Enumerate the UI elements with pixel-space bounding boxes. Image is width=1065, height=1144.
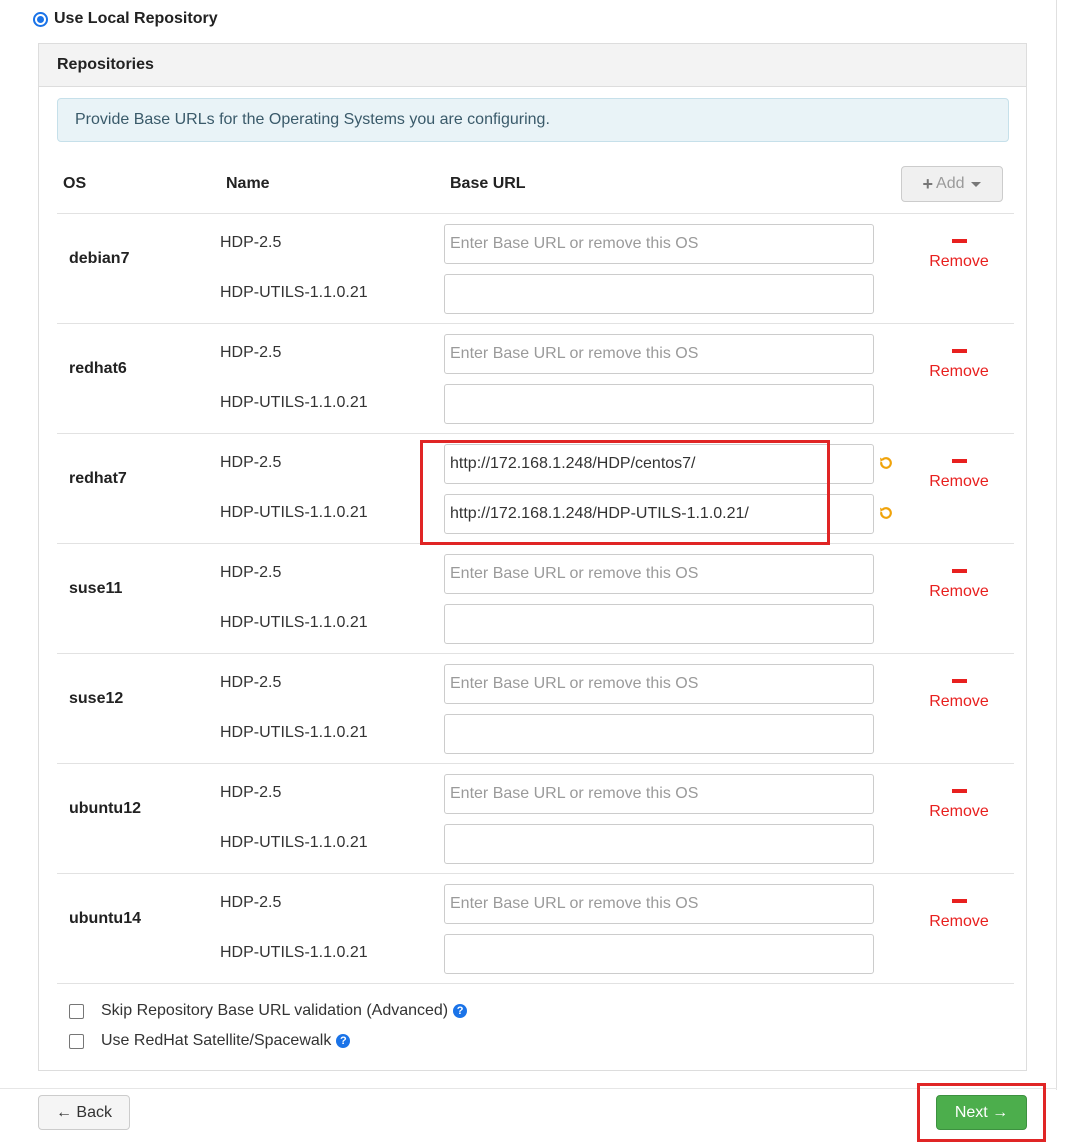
add-os-dropdown-button[interactable]: + Add [901,166,1003,202]
base-url-input[interactable] [444,384,874,424]
os-row-suse11: suse11 HDP-2.5 HDP-UTILS-1.1.0.21 Remove [39,544,1028,654]
row-divider [57,983,1014,984]
base-url-input[interactable] [444,714,874,754]
panel-title: Repositories [57,56,154,73]
os-label: ubuntu12 [69,800,141,817]
repo-name: HDP-2.5 [220,344,282,361]
base-url-input[interactable] [444,334,874,374]
back-button[interactable]: ← Back [38,1095,130,1130]
repo-name: HDP-UTILS-1.1.0.21 [220,284,368,301]
minus-icon [951,459,967,463]
help-icon[interactable]: ? [336,1034,351,1048]
minus-icon [951,899,967,903]
page-border-bottom [0,1088,1057,1089]
os-row-redhat7: redhat7 HDP-2.5 HDP-UTILS-1.1.0.21 Remove [39,434,1028,544]
remove-os-button[interactable]: Remove [915,349,1003,381]
repo-name: HDP-2.5 [220,784,282,801]
remove-os-button[interactable]: Remove [915,679,1003,711]
os-label: debian7 [69,250,130,267]
column-header-base-url: Base URL [450,175,526,192]
os-label: suse12 [69,690,124,707]
page-border-right [1056,0,1057,1090]
os-label: redhat6 [69,360,127,377]
panel-header: Repositories [39,44,1026,87]
base-url-input[interactable] [444,224,874,264]
repo-name: HDP-2.5 [220,564,282,581]
undo-icon[interactable] [878,455,894,471]
minus-icon [951,239,967,243]
remove-label: Remove [929,363,989,380]
minus-icon [951,349,967,353]
remove-os-button[interactable]: Remove [915,789,1003,821]
help-icon[interactable]: ? [453,1004,468,1018]
repo-name: HDP-UTILS-1.1.0.21 [220,944,368,961]
base-url-input[interactable] [444,774,874,814]
repo-name: HDP-2.5 [220,674,282,691]
repo-name: HDP-UTILS-1.1.0.21 [220,394,368,411]
next-button[interactable]: Next → [936,1095,1027,1130]
repo-name: HDP-UTILS-1.1.0.21 [220,614,368,631]
repo-name: HDP-UTILS-1.1.0.21 [220,724,368,741]
repo-name: HDP-2.5 [220,894,282,911]
remove-label: Remove [929,913,989,930]
radio-selected-icon[interactable] [33,11,48,27]
use-local-repository-option[interactable]: Use Local Repository [33,9,218,29]
skip-validation-option[interactable]: Skip Repository Base URL validation (Adv… [69,1001,468,1021]
base-url-input[interactable] [444,824,874,864]
base-url-input[interactable] [444,444,874,484]
minus-icon [951,789,967,793]
satellite-label: Use RedHat Satellite/Spacewalk [101,1032,332,1049]
os-label: suse11 [69,580,123,597]
skip-validation-checkbox[interactable] [69,1003,84,1019]
repo-name: HDP-UTILS-1.1.0.21 [220,834,368,851]
undo-icon[interactable] [878,505,894,521]
base-url-input[interactable] [444,884,874,924]
remove-os-button[interactable]: Remove [915,899,1003,931]
base-url-input[interactable] [444,274,874,314]
repo-name: HDP-2.5 [220,454,282,471]
remove-label: Remove [929,473,989,490]
base-url-input[interactable] [444,934,874,974]
column-header-name: Name [226,175,270,192]
remove-label: Remove [929,253,989,270]
remove-label: Remove [929,693,989,710]
os-label: ubuntu14 [69,910,141,927]
plus-icon: + [922,173,934,194]
base-url-input[interactable] [444,494,874,534]
os-row-redhat6: redhat6 HDP-2.5 HDP-UTILS-1.1.0.21 Remove [39,324,1028,434]
minus-icon [951,679,967,683]
add-button-label: Add [936,175,965,192]
remove-os-button[interactable]: Remove [915,239,1003,271]
remove-label: Remove [929,803,989,820]
base-url-input[interactable] [444,604,874,644]
repo-name: HDP-UTILS-1.1.0.21 [220,504,368,521]
skip-validation-label: Skip Repository Base URL validation (Adv… [101,1002,449,1019]
os-row-ubuntu12: ubuntu12 HDP-2.5 HDP-UTILS-1.1.0.21 Remove [39,764,1028,874]
info-alert: Provide Base URLs for the Operating Syst… [57,98,1009,142]
caret-down-icon [971,181,982,187]
os-row-ubuntu14: ubuntu14 HDP-2.5 HDP-UTILS-1.1.0.21 Remove [39,874,1028,984]
repositories-panel: Repositories Provide Base URLs for the O… [38,43,1027,1071]
os-label: redhat7 [69,470,127,487]
os-row-debian7: debian7 HDP-2.5 HDP-UTILS-1.1.0.21 Remove [39,214,1028,324]
remove-os-button[interactable]: Remove [915,569,1003,601]
satellite-checkbox[interactable] [69,1033,84,1049]
os-row-suse12: suse12 HDP-2.5 HDP-UTILS-1.1.0.21 Remove [39,654,1028,764]
column-header-os: OS [63,175,87,192]
minus-icon [951,569,967,573]
base-url-input[interactable] [444,664,874,704]
base-url-input[interactable] [444,554,874,594]
remove-label: Remove [929,583,989,600]
remove-os-button[interactable]: Remove [915,459,1003,491]
repo-name: HDP-2.5 [220,234,282,251]
use-local-repository-label: Use Local Repository [54,10,218,27]
satellite-option[interactable]: Use RedHat Satellite/Spacewalk ? [69,1031,351,1051]
